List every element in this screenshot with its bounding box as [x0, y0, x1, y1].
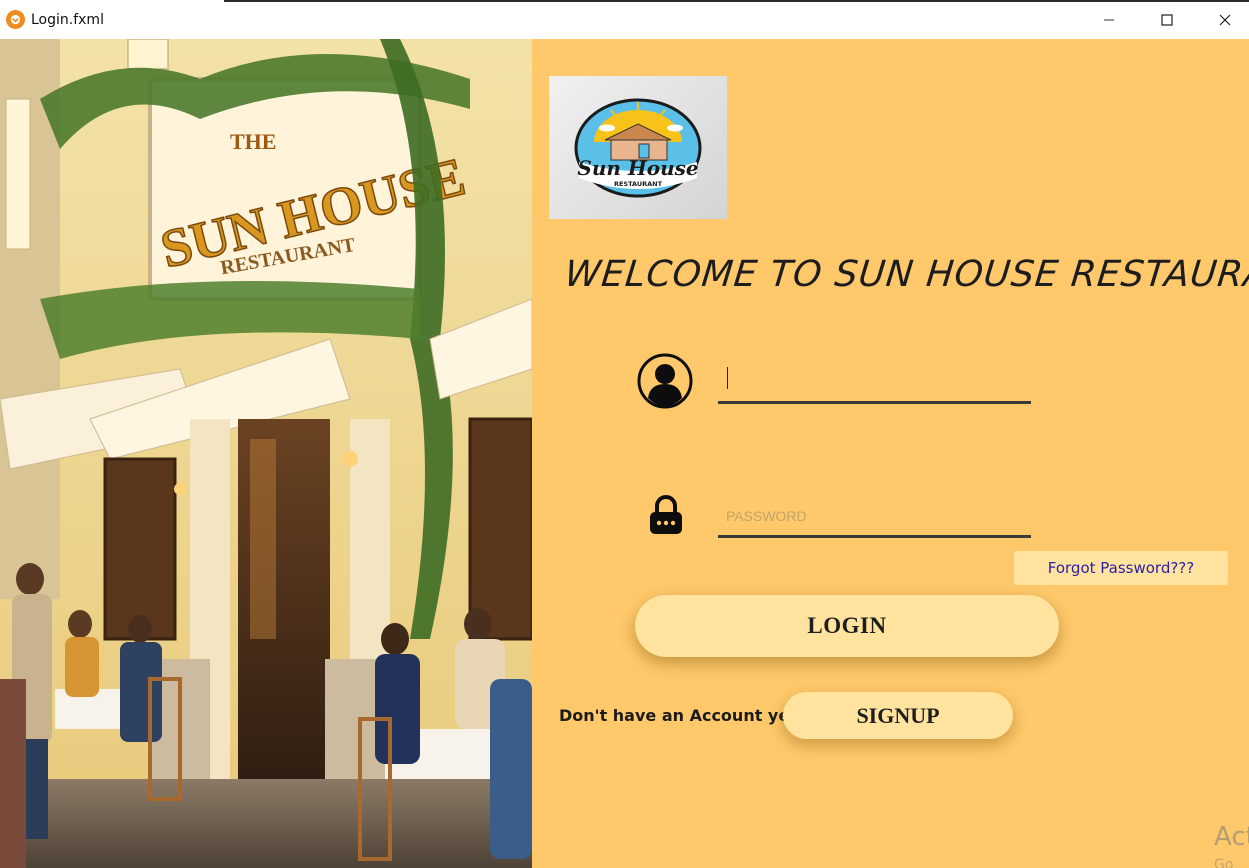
welcome-heading: WELCOME TO SUN HOUSE RESTAURANT	[562, 254, 1249, 295]
close-icon	[1219, 14, 1231, 25]
logo-brand-text: Sun House	[577, 156, 698, 180]
signup-button[interactable]: SIGNUP	[783, 692, 1013, 739]
title-bar: Login.fxml	[0, 0, 1249, 39]
forgot-password-button[interactable]: Forgot Password???	[1014, 551, 1228, 585]
activate-watermark-sub: Go	[1214, 857, 1234, 868]
lock-icon	[650, 495, 682, 534]
no-account-text: Don't have an Account yet?	[559, 706, 807, 725]
user-icon	[637, 353, 693, 409]
login-button[interactable]: LOGIN	[635, 595, 1059, 657]
restaurant-photo: THE SUN HOUSE RESTAURANT	[0, 39, 532, 868]
restaurant-logo: Sun House RESTAURANT	[549, 76, 727, 219]
minimize-button[interactable]	[1080, 0, 1138, 39]
activate-watermark: Act	[1214, 822, 1249, 852]
app-icon	[6, 10, 25, 29]
login-panel: Sun House RESTAURANT WELCOME TO SUN HOUS…	[532, 39, 1249, 868]
maximize-button[interactable]	[1138, 0, 1196, 39]
text-caret	[727, 367, 728, 389]
sign-top-text: THE	[230, 129, 276, 154]
close-button[interactable]	[1196, 0, 1249, 39]
username-input[interactable]	[718, 364, 1031, 404]
password-input[interactable]	[718, 498, 1031, 538]
minimize-icon	[1104, 19, 1114, 20]
window-title: Login.fxml	[31, 12, 104, 28]
logo-sub-text: RESTAURANT	[614, 180, 663, 188]
maximize-icon	[1161, 13, 1173, 26]
